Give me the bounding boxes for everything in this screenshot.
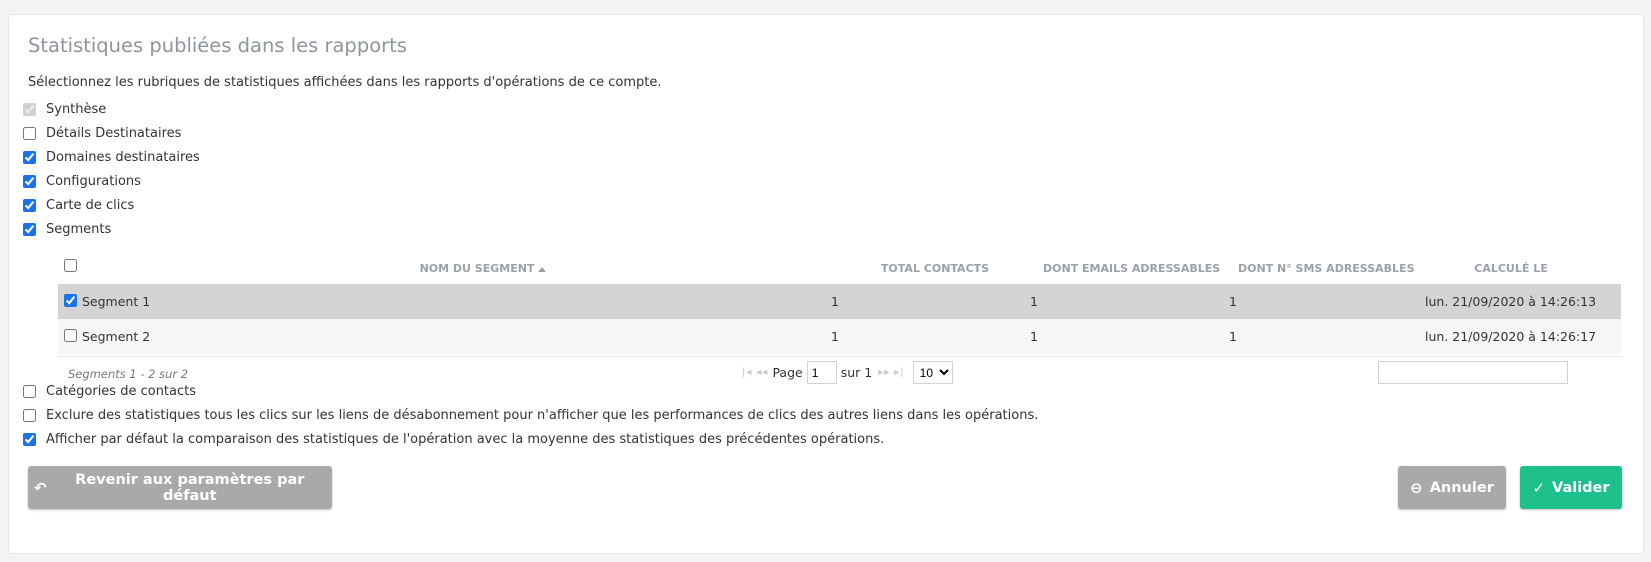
option-label: Détails Destinataires bbox=[46, 125, 182, 141]
option-exclure-desabonnement[interactable]: Exclure des statistiques tous les clics … bbox=[23, 405, 1038, 425]
table-row[interactable]: Segment 2 1 1 1 lun. 21/09/2020 à 14:26:… bbox=[58, 319, 1621, 354]
pager-nav: |◂ ◂◂ Page sur 1 ▸▸ ▸| 10 bbox=[742, 361, 953, 384]
col-sms-adressables[interactable]: DONT N° SMS ADRESSABLES bbox=[1238, 262, 1415, 275]
prev-page-icon[interactable]: ◂◂ bbox=[756, 367, 768, 378]
option-label: Segments bbox=[46, 221, 112, 237]
synthese-checkbox[interactable] bbox=[23, 102, 36, 116]
minus-circle-icon: ⊖ bbox=[1410, 478, 1423, 497]
select-all-checkbox[interactable] bbox=[64, 259, 77, 272]
last-page-icon[interactable]: ▸| bbox=[894, 367, 904, 378]
reset-defaults-button[interactable]: ↶ Revenir aux paramètres par défaut bbox=[28, 466, 332, 509]
row-checkbox[interactable] bbox=[64, 329, 77, 342]
option-label: Configurations bbox=[46, 173, 141, 189]
pager-info: Segments 1 - 2 sur 2 bbox=[68, 367, 189, 381]
option-label: Catégories de contacts bbox=[46, 383, 197, 399]
grid-header: NOM DU SEGMENT TOTAL CONTACTS DONT EMAIL… bbox=[58, 256, 1621, 280]
validate-button[interactable]: ✓ Valider bbox=[1520, 466, 1622, 509]
computed-date: lun. 21/09/2020 à 14:26:13 bbox=[1425, 294, 1597, 309]
sms-adressables: 1 bbox=[1229, 329, 1237, 344]
col-nom-du-segment[interactable]: NOM DU SEGMENT bbox=[403, 262, 563, 275]
option-comparaison-moyenne[interactable]: Afficher par défaut la comparaison des s… bbox=[23, 429, 884, 449]
page-size-select[interactable]: 10 bbox=[912, 361, 953, 384]
details-destinataires-checkbox[interactable] bbox=[23, 126, 36, 140]
page-number-input[interactable] bbox=[806, 361, 837, 384]
emails-adressables: 1 bbox=[1030, 329, 1038, 344]
col-total-contacts[interactable]: TOTAL CONTACTS bbox=[870, 262, 1000, 275]
col-calcule-le[interactable]: CALCULÉ LE bbox=[1456, 262, 1566, 275]
segments-grid: NOM DU SEGMENT TOTAL CONTACTS DONT EMAIL… bbox=[58, 256, 1621, 384]
total-contacts: 1 bbox=[831, 329, 839, 344]
option-label: Synthèse bbox=[46, 101, 107, 117]
grid-search-input[interactable] bbox=[1378, 361, 1568, 384]
cancel-button-label: Annuler bbox=[1429, 479, 1494, 496]
intro-text: Sélectionnez les rubriques de statistiqu… bbox=[28, 75, 662, 90]
segment-name: Segment 1 bbox=[82, 294, 151, 309]
option-label: Exclure des statistiques tous les clics … bbox=[46, 407, 1039, 423]
categories-contacts-checkbox[interactable] bbox=[23, 384, 36, 398]
page-label: Page bbox=[772, 365, 803, 380]
col-emails-adressables[interactable]: DONT EMAILS ADRESSABLES bbox=[1043, 262, 1220, 275]
carte-de-clics-checkbox[interactable] bbox=[23, 198, 36, 212]
grid-pager: Segments 1 - 2 sur 2 |◂ ◂◂ Page sur 1 ▸▸… bbox=[58, 356, 1621, 388]
option-label: Carte de clics bbox=[46, 197, 135, 213]
option-details-destinataires[interactable]: Détails Destinataires bbox=[23, 123, 181, 143]
ok-button-label: Valider bbox=[1552, 479, 1610, 496]
emails-adressables: 1 bbox=[1030, 294, 1038, 309]
option-carte-de-clics[interactable]: Carte de clics bbox=[23, 195, 134, 215]
option-label: Domaines destinataires bbox=[46, 149, 200, 165]
option-label: Afficher par défaut la comparaison des s… bbox=[46, 431, 885, 447]
row-checkbox[interactable] bbox=[64, 294, 77, 307]
sort-asc-icon bbox=[538, 266, 547, 272]
configurations-checkbox[interactable] bbox=[23, 174, 36, 188]
segments-checkbox[interactable] bbox=[23, 222, 36, 236]
undo-arrow-icon: ↶ bbox=[34, 478, 47, 497]
option-segments[interactable]: Segments bbox=[23, 219, 111, 239]
segment-name: Segment 2 bbox=[82, 329, 151, 344]
comparaison-moyenne-checkbox[interactable] bbox=[23, 432, 36, 446]
check-icon: ✓ bbox=[1532, 478, 1546, 497]
option-configurations[interactable]: Configurations bbox=[23, 171, 141, 191]
next-page-icon[interactable]: ▸▸ bbox=[878, 367, 890, 378]
domaines-destinataires-checkbox[interactable] bbox=[23, 150, 36, 164]
option-synthese[interactable]: Synthèse bbox=[23, 99, 106, 119]
sms-adressables: 1 bbox=[1229, 294, 1237, 309]
page-title: Statistiques publiées dans les rapports bbox=[28, 34, 407, 57]
total-contacts: 1 bbox=[831, 294, 839, 309]
reset-button-label: Revenir aux paramètres par défaut bbox=[75, 471, 305, 504]
exclure-desabonnement-checkbox[interactable] bbox=[23, 408, 36, 422]
option-domaines-destinataires[interactable]: Domaines destinataires bbox=[23, 147, 200, 167]
option-categories-contacts[interactable]: Catégories de contacts bbox=[23, 381, 196, 401]
page-of-label: sur 1 bbox=[840, 365, 873, 380]
computed-date: lun. 21/09/2020 à 14:26:17 bbox=[1425, 329, 1597, 344]
table-row[interactable]: Segment 1 1 1 1 lun. 21/09/2020 à 14:26:… bbox=[58, 284, 1621, 319]
first-page-icon[interactable]: |◂ bbox=[742, 367, 752, 378]
cancel-button[interactable]: ⊖ Annuler bbox=[1398, 466, 1506, 509]
